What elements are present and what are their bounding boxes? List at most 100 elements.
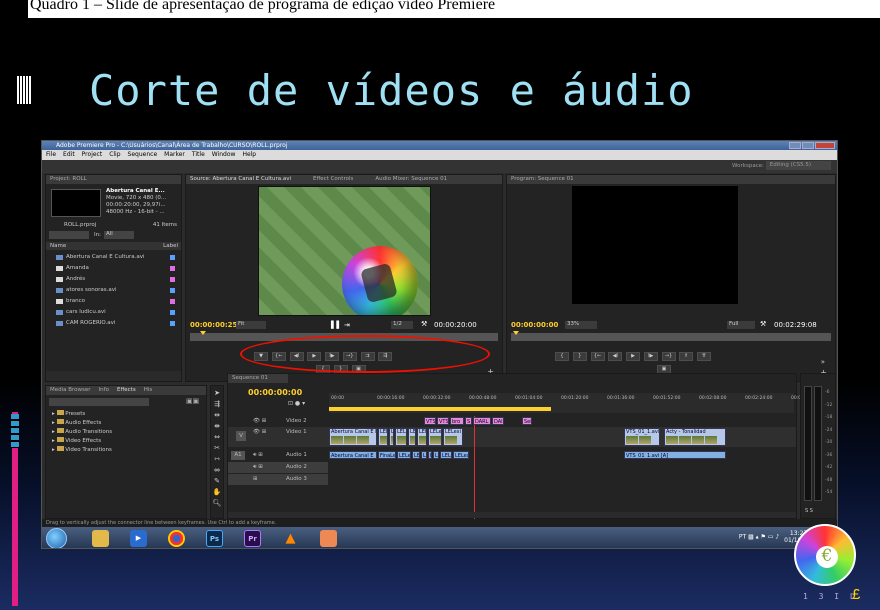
tab-sequence[interactable]: Sequence 01 [228,374,288,383]
timeline-clip[interactable]: LELexi [440,451,452,459]
timeline-clip[interactable]: Sei [522,417,532,425]
paint-icon[interactable] [320,530,337,547]
wrench-icon[interactable]: ⚒ [760,320,766,328]
timeline-clip[interactable]: LELexi [453,451,469,459]
zoom-select[interactable]: 33% [565,321,597,329]
project-item[interactable]: atores sonoras.avi [46,285,181,296]
tab-history[interactable]: His [144,387,153,393]
timeline-clip[interactable]: LE [433,451,439,459]
timeline-clip[interactable]: VTS_01_1.avi [V] [624,428,660,446]
menu-edit[interactable]: Edit [63,151,75,158]
track-header-audio-3[interactable]: ⊞ Audio 3 [228,474,328,485]
timeline-clip[interactable]: LELexi [397,451,411,459]
solo-buttons[interactable]: S S [805,508,813,514]
timeline-clip[interactable]: LEL [417,428,427,446]
tab-audio-mixer[interactable]: Audio Mixer: Sequence 01 [375,176,447,182]
search-input[interactable] [49,231,89,239]
work-area-bar[interactable] [329,407,551,411]
effects-folder[interactable]: ▸ Presets [46,410,206,419]
menu-sequence[interactable]: Sequence [128,151,158,158]
timeline-clip[interactable]: LEL [395,428,407,446]
new-bin-icon[interactable]: ▣▣ [186,397,199,405]
timeline-clip[interactable]: LELexi [443,428,463,446]
vlc-icon[interactable]: ▲ [282,530,299,547]
add-button-icon[interactable]: » [821,358,825,366]
timeline-playhead[interactable] [474,416,475,526]
extract-icon[interactable]: ⇈ [697,352,711,361]
timeline-clip[interactable]: S [465,417,472,425]
workspace-select[interactable]: Editing (CS5.5) [765,161,831,170]
chrome-icon[interactable] [168,530,185,547]
play-icon[interactable]: ▶ [626,352,640,361]
photoshop-icon[interactable]: Ps [206,530,223,547]
timeline-clip[interactable]: DARL [473,417,491,425]
zoom-tool-icon[interactable]: 🔍︎ [211,498,223,509]
ripple-edit-tool-icon[interactable]: ⇹ [211,410,223,421]
playhead-icon[interactable] [200,331,206,335]
rate-stretch-tool-icon[interactable]: ⇔ [211,432,223,443]
timeline-clip[interactable]: VTS_01_1.avi [A] [624,451,726,459]
timeline-clip[interactable]: VTS [437,417,449,425]
mark-in-icon[interactable]: { [555,352,569,361]
explorer-icon[interactable] [92,530,109,547]
timeline-clip[interactable]: Abertura Canal E DARL DA [329,428,377,446]
hand-tool-icon[interactable]: ✋ [211,487,223,498]
play-marker-icon[interactable]: ▌▌ ⇥ [331,321,350,329]
ratio-select[interactable]: 1/2 [391,321,413,329]
timeline-clip[interactable]: LEL [421,451,427,459]
project-item[interactable]: Andrés [46,274,181,285]
track-select-tool-icon[interactable]: ⇶ [211,399,223,410]
start-button[interactable] [46,528,67,548]
program-timecode-in[interactable]: 00:00:00:00 [511,321,558,329]
close-button[interactable] [815,142,835,149]
effects-search-input[interactable] [49,398,149,406]
project-item[interactable]: CAM ROGERIO.avi [46,318,181,329]
media-player-icon[interactable]: ▶ [130,530,147,547]
project-item[interactable]: Abertura Canal E Cultura.avi [46,252,181,263]
playhead-icon[interactable] [513,331,519,335]
rolling-edit-tool-icon[interactable]: ⇼ [211,421,223,432]
program-tab[interactable]: Program: Sequence 01 [507,175,835,184]
timeline-clip[interactable]: LELexi [428,428,442,446]
step-forward-icon[interactable]: I▶ [643,352,658,361]
effects-folder[interactable]: ▸ Audio Transitions [46,428,206,437]
timeline-clip[interactable]: L [428,451,432,459]
effects-folder[interactable]: ▸ Video Transitions [46,446,206,455]
timeline-clip[interactable]: FinaLex [378,451,396,459]
track-header-audio-2[interactable]: 🔊︎ ⊞ Audio 2 [228,462,328,473]
mark-out-icon[interactable]: } [572,352,587,361]
wrench-icon[interactable]: ⚒ [421,320,427,328]
minimize-button[interactable] [789,142,801,149]
menu-file[interactable]: File [46,151,56,158]
menu-marker[interactable]: Marker [164,151,185,158]
menu-window[interactable]: Window [212,151,236,158]
timeline-clip[interactable]: LEL [378,428,388,446]
pen-tool-icon[interactable]: ✎ [211,476,223,487]
col-label[interactable]: Label [163,242,178,250]
project-item[interactable]: branco [46,296,181,307]
lift-icon[interactable]: ⇑ [679,352,694,361]
source-v-button[interactable]: V [236,431,246,441]
project-tab[interactable]: Project: ROLL [46,175,181,184]
premiere-icon[interactable]: Pr [244,530,261,547]
menu-help[interactable]: Help [242,151,256,158]
slide-tool-icon[interactable]: ⤄ [211,465,223,476]
timeline-clip[interactable]: bro [450,417,464,425]
step-back-icon[interactable]: ◀I [608,352,623,361]
selection-tool-icon[interactable]: ➤ [211,388,223,399]
menu-clip[interactable]: Clip [109,151,120,158]
source-a1-button[interactable]: A1 [231,451,245,460]
in-select[interactable]: All [104,231,134,239]
tray-icons[interactable]: ▦ ▴ ⚑ ▭ ♪ [748,534,781,541]
tab-media-browser[interactable]: Media Browser [50,387,91,393]
menu-title[interactable]: Title [192,151,205,158]
tab-effect-controls[interactable]: Effect Controls [313,176,353,182]
snap-icon[interactable]: ⊡ ● ▾ [288,400,305,407]
source-timecode-in[interactable]: 00:00:00:25 [190,321,237,329]
project-item[interactable]: Amanda [46,263,181,274]
effects-folder[interactable]: ▸ Video Effects [46,437,206,446]
timeline-clip[interactable]: L [389,428,394,446]
tab-source[interactable]: Source: Abertura Canal E Cultura.avi [190,176,291,182]
menu-project[interactable]: Project [82,151,103,158]
timeline-clip[interactable]: VTS [424,417,436,425]
